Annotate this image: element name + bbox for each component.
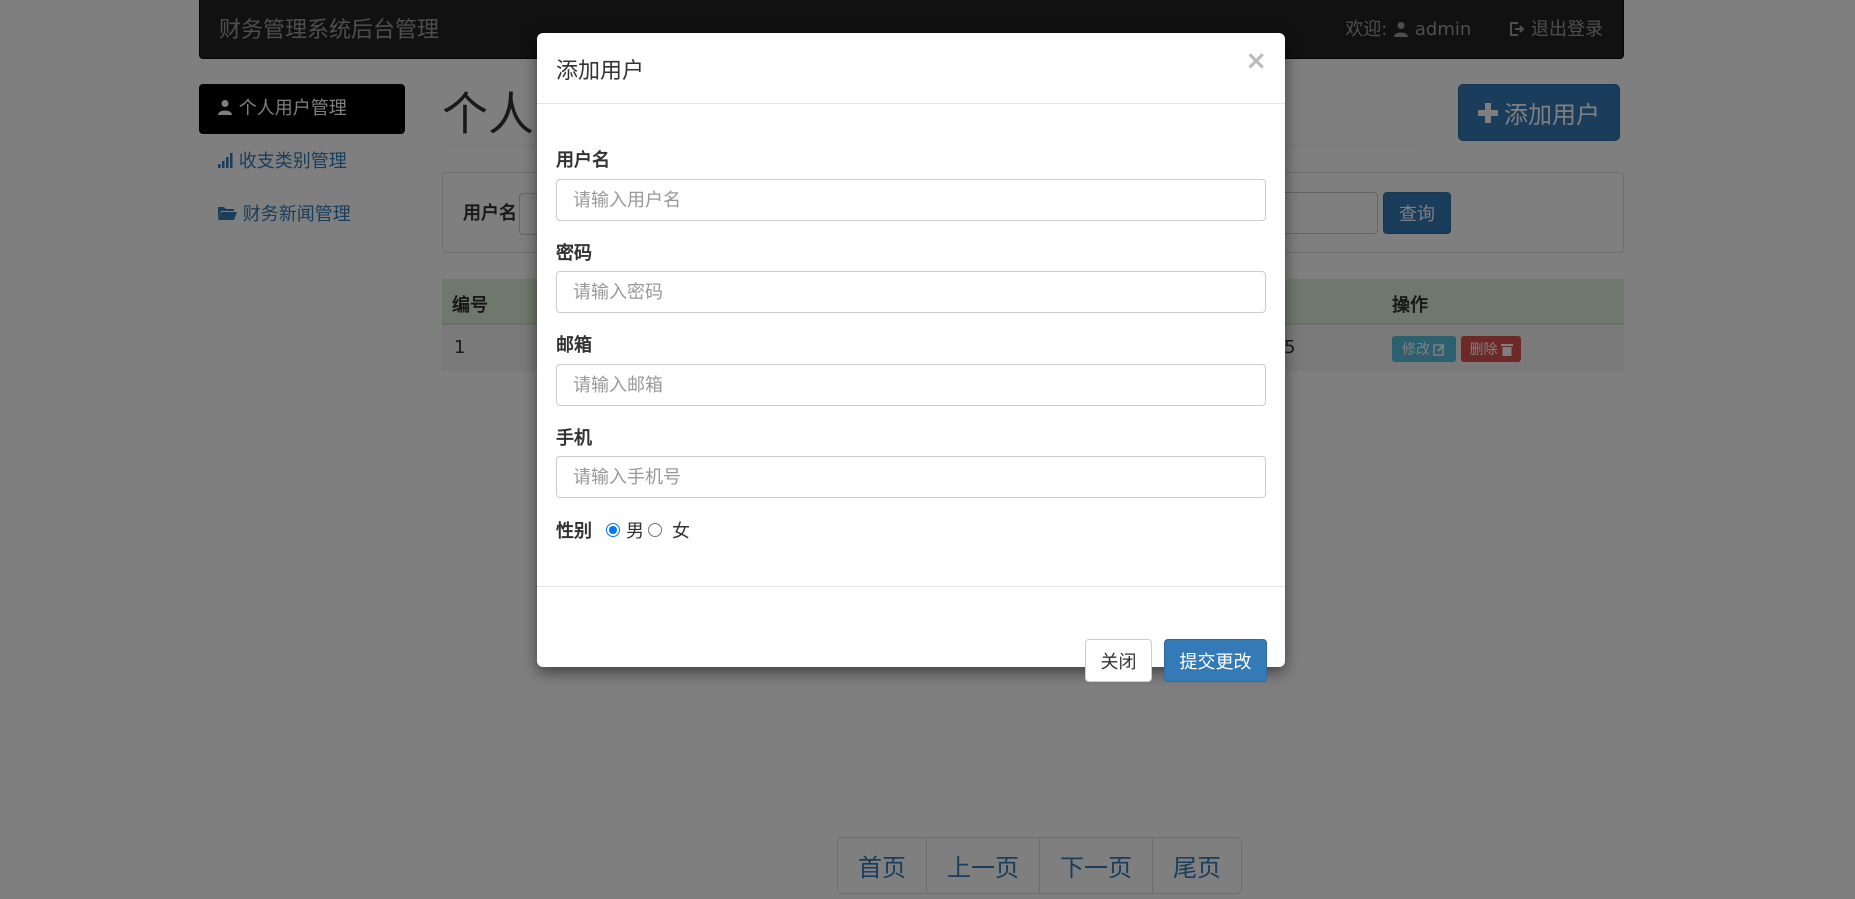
close-button[interactable]: 关闭 bbox=[1085, 639, 1152, 682]
modal-header: 添加用户 × bbox=[537, 33, 1285, 104]
username-field[interactable] bbox=[556, 179, 1266, 221]
phone-field[interactable] bbox=[556, 456, 1266, 498]
password-label: 密码 bbox=[556, 243, 592, 264]
gender-label: 性别 bbox=[556, 521, 592, 542]
modal-title: 添加用户 bbox=[556, 59, 645, 84]
password-field[interactable] bbox=[556, 271, 1266, 313]
email-label: 邮箱 bbox=[556, 335, 592, 356]
gender-row: 性别 男 女 bbox=[556, 517, 690, 543]
close-icon[interactable]: × bbox=[1245, 46, 1267, 76]
add-user-modal: 添加用户 × 用户名 密码 邮箱 手机 性别 男 女 关闭 提交更改 bbox=[537, 33, 1285, 682]
gender-male-label: 男 bbox=[626, 521, 644, 542]
phone-label: 手机 bbox=[556, 428, 592, 449]
gender-female-radio[interactable] bbox=[648, 523, 662, 537]
username-label: 用户名 bbox=[556, 150, 610, 171]
gender-female-label: 女 bbox=[672, 521, 690, 542]
gender-male-radio[interactable] bbox=[606, 523, 620, 537]
email-field[interactable] bbox=[556, 364, 1266, 406]
submit-button[interactable]: 提交更改 bbox=[1164, 639, 1267, 682]
